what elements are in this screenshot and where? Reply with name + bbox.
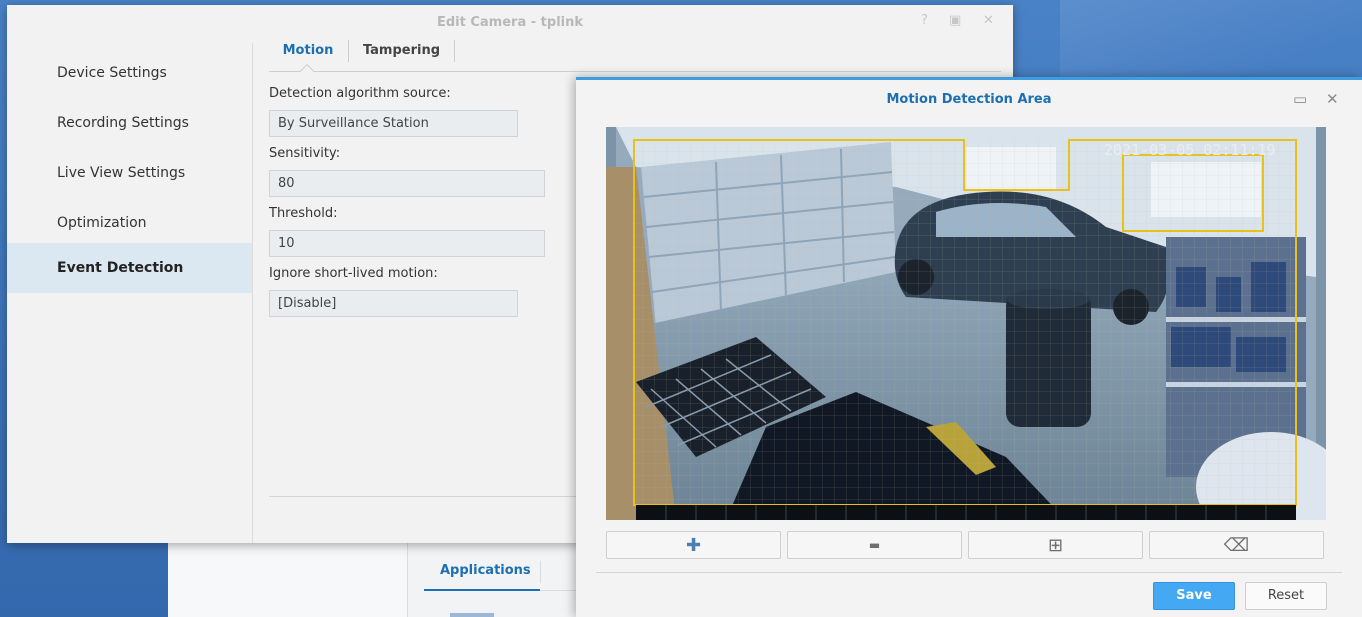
sidebar-item-optimization[interactable]: Optimization — [7, 198, 252, 248]
add-region-icon: ⊞ — [1047, 535, 1064, 556]
sensitivity-input[interactable]: 80 — [269, 170, 545, 197]
sidebar-item-live-view-settings[interactable]: Live View Settings — [7, 148, 252, 198]
camera-timestamp: 2021-03-05 02:11:19 — [1104, 141, 1276, 159]
settings-sidebar: Device Settings Recording Settings Live … — [7, 43, 253, 543]
motion-detection-area-window: Motion Detection Area ▭ ✕ 2021-03-05 02:… — [576, 77, 1362, 617]
tab-separator — [540, 561, 541, 583]
sidebar-item-recording-settings[interactable]: Recording Settings — [7, 98, 252, 148]
window-title: Motion Detection Area — [886, 92, 1052, 107]
save-button[interactable]: Save — [1153, 582, 1235, 610]
camera-preview[interactable]: 2021-03-05 02:11:19 — [606, 127, 1326, 520]
ignore-short-lived-label: Ignore short-lived motion: — [269, 266, 438, 281]
close-icon[interactable]: ✕ — [1326, 90, 1339, 108]
tab-separator — [454, 40, 455, 62]
background-app-sidebar — [168, 541, 408, 617]
close-icon[interactable]: ✕ — [983, 13, 994, 28]
divider — [596, 572, 1342, 573]
remove-area-button[interactable]: ▬ — [787, 531, 962, 559]
app-tile[interactable] — [450, 613, 494, 617]
clear-area-button[interactable]: ⌫ — [1149, 531, 1324, 559]
threshold-label: Threshold: — [269, 206, 338, 221]
background-app-tabs: Applications — [424, 555, 594, 591]
camera-frame-image: 2021-03-05 02:11:19 — [606, 127, 1326, 520]
reset-button[interactable]: Reset — [1245, 582, 1327, 610]
detection-tabs: Motion Tampering — [269, 38, 1001, 79]
add-area-button[interactable]: ✚ — [606, 531, 781, 559]
background-app-window: Applications — [168, 540, 598, 617]
maximize-icon[interactable]: ▣ — [949, 13, 961, 28]
plus-icon: ✚ — [685, 535, 702, 556]
minus-icon: ▬ — [868, 538, 881, 552]
tab-applications[interactable]: Applications — [440, 563, 531, 578]
threshold-input[interactable]: 10 — [269, 230, 545, 257]
tab-active-underline — [424, 589, 540, 591]
eraser-icon: ⌫ — [1223, 535, 1250, 556]
algorithm-source-select[interactable]: By Surveillance Station — [269, 110, 518, 137]
help-icon[interactable]: ? — [921, 13, 928, 28]
maximize-icon[interactable]: ▭ — [1293, 90, 1307, 108]
add-region-button[interactable]: ⊞ — [968, 531, 1143, 559]
sensitivity-label: Sensitivity: — [269, 146, 341, 161]
sidebar-item-device-settings[interactable]: Device Settings — [7, 48, 252, 98]
algorithm-source-label: Detection algorithm source: — [269, 86, 451, 101]
window-title: Edit Camera - tplink — [436, 15, 584, 30]
divider — [269, 496, 579, 497]
tab-tampering[interactable]: Tampering — [349, 38, 454, 71]
ignore-short-lived-select[interactable]: [Disable] — [269, 290, 518, 317]
sidebar-item-event-detection[interactable]: Event Detection — [7, 243, 252, 293]
